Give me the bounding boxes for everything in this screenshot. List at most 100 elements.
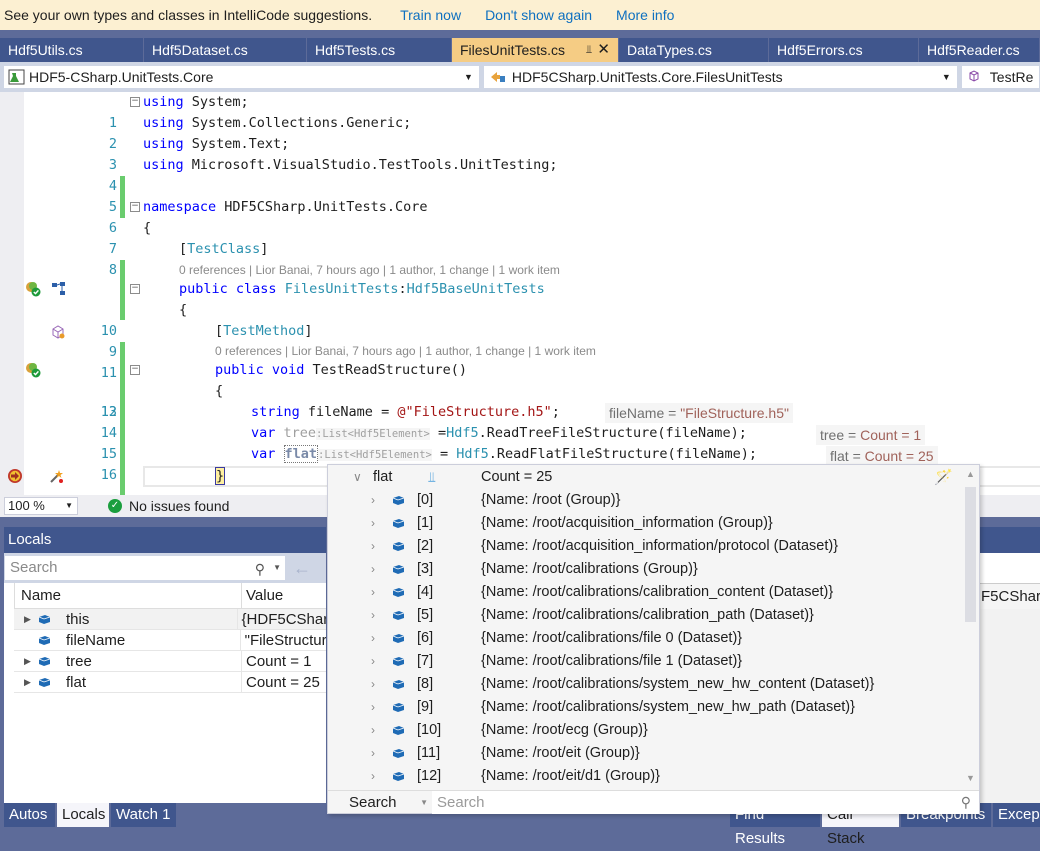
train-now-link[interactable]: Train now xyxy=(400,7,461,23)
tab-locals[interactable]: Locals xyxy=(57,803,109,827)
call-stack-row[interactable]: F5CSharp xyxy=(980,583,1040,609)
datatip-item-row[interactable]: › [2] {Name: /root/acquisition_information… xyxy=(328,535,964,558)
chevron-right-icon[interactable]: › xyxy=(371,627,375,650)
search-mode-dropdown[interactable]: Search ▼ xyxy=(328,791,432,814)
code-editor[interactable]: 1 − using System; 2 using System.Collect… xyxy=(0,92,1040,495)
datatip-item-row[interactable]: › [7] {Name: /root/calibrations/file 1 (Da… xyxy=(328,650,964,673)
tab-autos[interactable]: Autos xyxy=(4,803,55,827)
inline-value: "FileStructure.h5" xyxy=(680,405,789,421)
inline-value-filename[interactable]: fileName = "FileStructure.h5" xyxy=(605,403,793,423)
object-icon xyxy=(392,542,405,551)
inline-value-flat[interactable]: flat = Count = 25 xyxy=(826,446,938,466)
issues-indicator[interactable]: ✓ No issues found xyxy=(108,498,229,514)
chevron-right-icon[interactable]: › xyxy=(371,512,375,535)
member-dropdown[interactable]: TestRe xyxy=(960,65,1040,89)
collapse-icon[interactable]: − xyxy=(130,365,140,375)
collapse-icon[interactable]: − xyxy=(130,202,140,212)
search-icon[interactable]: ⚲ xyxy=(255,557,265,581)
datatip-item-row[interactable]: › [8] {Name: /root/calibrations/system_new… xyxy=(328,673,964,696)
scroll-up-icon[interactable]: ▲ xyxy=(966,469,975,479)
execution-pointer-icon[interactable] xyxy=(7,468,23,484)
collapse-icon[interactable]: − xyxy=(130,97,140,107)
column-header-value[interactable]: Value xyxy=(242,583,283,608)
code-text: ] xyxy=(260,241,269,257)
codelens-class[interactable]: 0 references | Lior Banai, 7 hours ago |… xyxy=(179,261,560,279)
project-dropdown[interactable]: HDF5-CSharp.UnitTests.Core ▼ xyxy=(3,65,480,89)
item-value: {Name: /root/calibrations/system_new_hw_… xyxy=(481,676,875,692)
chevron-right-icon[interactable]: › xyxy=(371,535,375,558)
variable-value: Count = 1 xyxy=(246,653,312,670)
quick-action-icon[interactable] xyxy=(49,468,65,484)
test-passed-icon[interactable] xyxy=(25,362,41,378)
scroll-down-icon[interactable]: ▼ xyxy=(966,773,975,783)
class-diagram-icon[interactable] xyxy=(51,281,67,297)
tab-hdf5utils[interactable]: Hdf5Utils.cs xyxy=(0,38,144,62)
datatip-scrollbar[interactable]: ▲ ▼ xyxy=(964,469,978,783)
test-method-icon[interactable] xyxy=(50,324,66,340)
chevron-right-icon[interactable]: › xyxy=(371,650,375,673)
expand-icon[interactable]: ▶ xyxy=(24,609,31,630)
chevron-right-icon[interactable]: › xyxy=(371,742,375,765)
datatip-item-row[interactable]: › [0] {Name: /root (Group)} xyxy=(328,489,964,512)
datatip-item-row[interactable]: › [9] {Name: /root/calibrations/system_new… xyxy=(328,696,964,719)
locals-row[interactable]: ▶ this {HDF5CShar xyxy=(14,609,326,630)
close-icon[interactable]: ✕ xyxy=(597,38,610,62)
locals-row[interactable]: ▶ tree Count = 1 xyxy=(14,651,326,672)
tab-hdf5tests[interactable]: Hdf5Tests.cs xyxy=(307,38,452,62)
chevron-right-icon[interactable]: › xyxy=(371,696,375,719)
chevron-down-icon[interactable]: ▼ xyxy=(273,556,281,580)
tab-exception-settings[interactable]: Excepti xyxy=(993,803,1040,827)
magic-wand-icon[interactable]: 🪄 xyxy=(934,468,953,486)
datatip-item-row[interactable]: › [10] {Name: /root/ecg (Group)} xyxy=(328,719,964,742)
locals-row[interactable]: fileName "FileStructur xyxy=(14,630,326,651)
dont-show-again-link[interactable]: Don't show again xyxy=(485,7,592,23)
code-text: = xyxy=(429,425,447,441)
tab-datatypes[interactable]: DataTypes.cs xyxy=(619,38,769,62)
tab-hdf5dataset[interactable]: Hdf5Dataset.cs xyxy=(144,38,307,62)
expand-icon[interactable]: ▶ xyxy=(24,672,31,693)
tab-filesunittests[interactable]: FilesUnitTests.cs ⫫ ✕ xyxy=(452,38,619,62)
expand-icon[interactable]: ▶ xyxy=(24,651,31,672)
datatip-item-row[interactable]: › [4] {Name: /root/calibrations/calibratio… xyxy=(328,581,964,604)
variable-name: fileName xyxy=(66,632,126,649)
chevron-down-icon[interactable]: ∨ xyxy=(353,466,362,489)
intellicode-info-bar: See your own types and classes in Intell… xyxy=(0,0,1040,30)
chevron-right-icon[interactable]: › xyxy=(371,604,375,627)
scrollbar-thumb[interactable] xyxy=(965,487,976,622)
inline-value-tree[interactable]: tree = Count = 1 xyxy=(816,425,926,445)
pin-icon[interactable]: ⫫ xyxy=(428,466,436,489)
tab-hdf5errors[interactable]: Hdf5Errors.cs xyxy=(769,38,919,62)
info-bar-message: See your own types and classes in Intell… xyxy=(4,7,373,23)
search-back-icon[interactable]: ← xyxy=(293,558,311,579)
test-passed-icon[interactable] xyxy=(25,281,41,297)
datatip-item-row[interactable]: › [11] {Name: /root/eit (Group)} xyxy=(328,742,964,765)
more-info-link[interactable]: More info xyxy=(616,7,674,23)
chevron-right-icon[interactable]: › xyxy=(371,581,375,604)
variable-name-hovered[interactable]: flat xyxy=(283,445,319,463)
collapse-icon[interactable]: − xyxy=(130,284,140,294)
search-icon[interactable]: ⚲ xyxy=(961,791,971,814)
column-header-name[interactable]: Name xyxy=(14,583,242,608)
chevron-right-icon[interactable]: › xyxy=(371,673,375,696)
codelens-method[interactable]: 0 references | Lior Banai, 7 hours ago |… xyxy=(215,342,596,360)
datatip-item-row[interactable]: › [5] {Name: /root/calibrations/calibratio… xyxy=(328,604,964,627)
zoom-dropdown[interactable]: 100 % ▼ xyxy=(4,497,78,515)
chevron-right-icon[interactable]: › xyxy=(371,489,375,512)
datatip-item-row[interactable]: › [6] {Name: /root/calibrations/file 0 (Da… xyxy=(328,627,964,650)
type-dropdown[interactable]: HDF5CSharp.UnitTests.Core.FilesUnitTests… xyxy=(482,65,958,89)
tab-watch-1[interactable]: Watch 1 xyxy=(111,803,176,827)
locals-row[interactable]: ▶ flat Count = 25 xyxy=(14,672,326,693)
locals-search-input[interactable]: Search ⚲ ▼ xyxy=(5,556,285,580)
chevron-right-icon[interactable]: › xyxy=(371,719,375,742)
datatip-root-row[interactable]: ∨ flat ⫫ Count = 25 xyxy=(328,466,964,489)
tab-hdf5reader[interactable]: Hdf5Reader.cs xyxy=(919,38,1040,62)
datatip-search-input[interactable]: Search ⚲ xyxy=(432,791,979,814)
chevron-right-icon[interactable]: › xyxy=(371,765,375,788)
code-line: 9 − public class FilesUnitTests:Hdf5Base… xyxy=(0,279,1040,384)
datatip-item-row[interactable]: › [3] {Name: /root/calibrations (Group)} xyxy=(328,558,964,581)
pin-icon[interactable]: ⫫ xyxy=(586,38,592,62)
datatip-item-row[interactable]: › [12] {Name: /root/eit/d1 (Group)} xyxy=(328,765,964,788)
string-literal: @"FileStructure.h5" xyxy=(397,404,552,420)
chevron-right-icon[interactable]: › xyxy=(371,558,375,581)
datatip-item-row[interactable]: › [1] {Name: /root/acquisition_information… xyxy=(328,512,964,535)
